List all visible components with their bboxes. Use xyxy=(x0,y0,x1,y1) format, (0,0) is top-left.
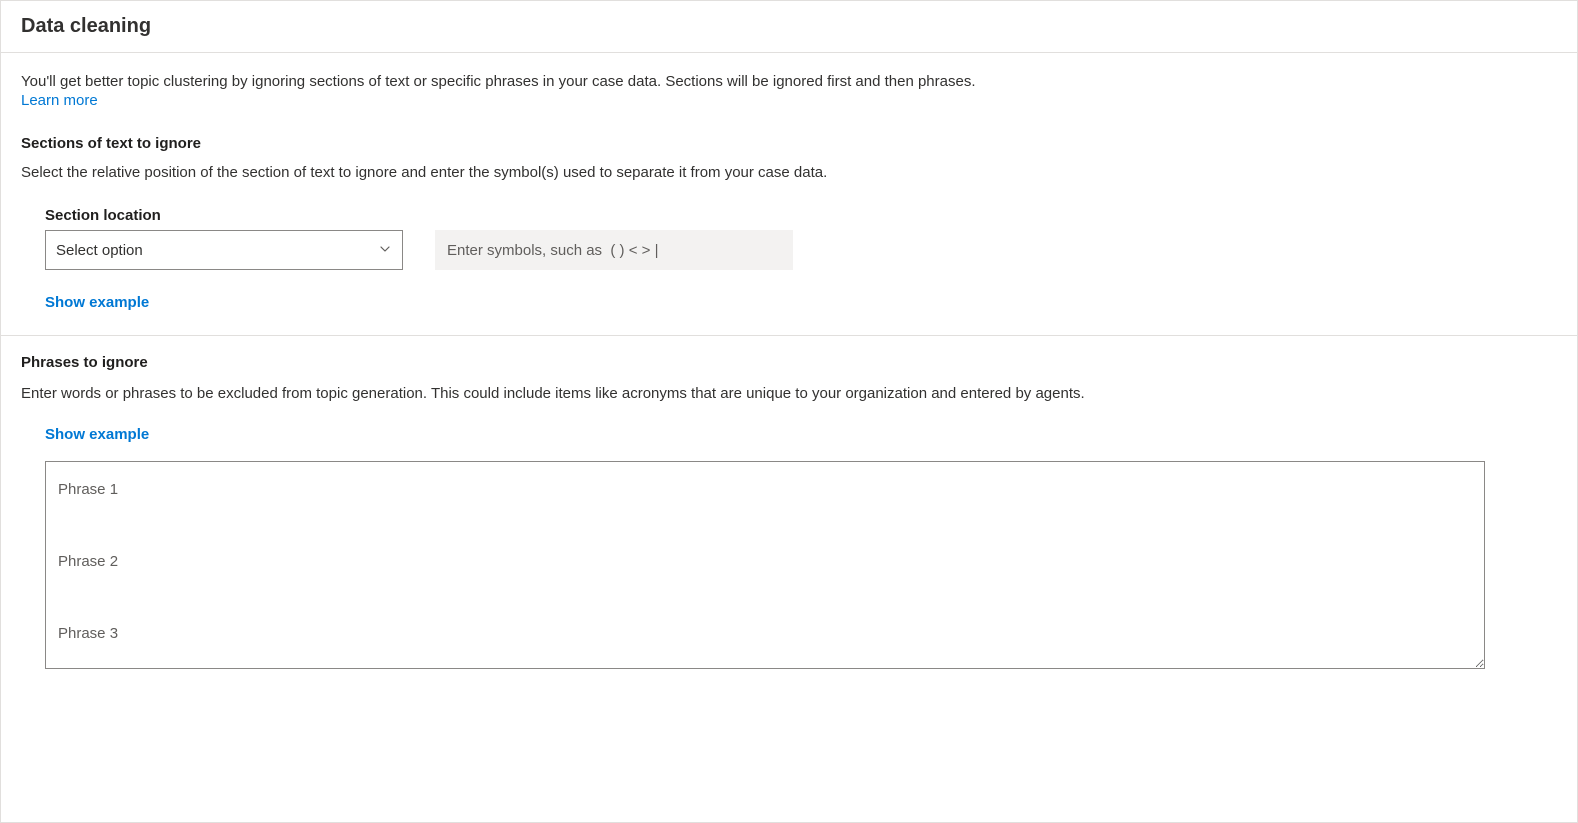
sections-description: Select the relative position of the sect… xyxy=(21,162,1557,183)
phrases-show-example-button[interactable]: Show example xyxy=(45,426,149,443)
panel-body: You'll get better topic clustering by ig… xyxy=(1,53,1577,672)
data-cleaning-panel: Data cleaning You'll get better topic cl… xyxy=(0,0,1578,823)
section-location-group: Section location Select option Show exam… xyxy=(21,207,1557,311)
section-inputs-row: Select option xyxy=(45,230,1557,270)
phrases-heading: Phrases to ignore xyxy=(21,354,1557,371)
section-location-select[interactable]: Select option xyxy=(45,230,403,270)
page-title: Data cleaning xyxy=(21,15,1557,38)
section-location-select-wrapper: Select option xyxy=(45,230,403,270)
sections-heading: Sections of text to ignore xyxy=(21,135,1557,152)
phrases-textarea[interactable] xyxy=(45,461,1485,669)
phrases-section: Phrases to ignore Enter words or phrases… xyxy=(21,336,1557,672)
panel-header: Data cleaning xyxy=(1,1,1577,53)
phrases-description: Enter words or phrases to be excluded fr… xyxy=(21,383,1281,406)
phrases-show-example-wrap: Show example xyxy=(21,426,1557,443)
sections-show-example-button[interactable]: Show example xyxy=(45,294,149,311)
intro-text: You'll get better topic clustering by ig… xyxy=(21,71,1557,92)
section-location-label: Section location xyxy=(45,207,1557,224)
learn-more-link[interactable]: Learn more xyxy=(21,92,98,109)
symbols-input[interactable] xyxy=(435,230,793,270)
